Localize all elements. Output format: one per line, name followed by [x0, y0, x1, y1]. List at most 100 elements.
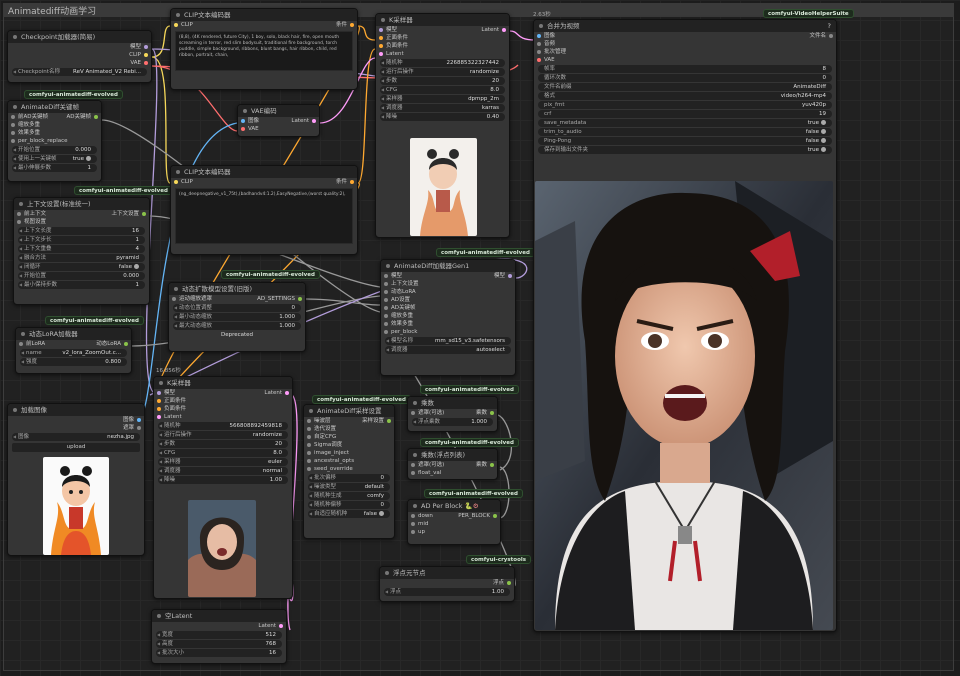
node-title[interactable]: 乘数 — [408, 397, 497, 409]
input-latent[interactable]: Latent — [154, 413, 292, 421]
context-widget-4[interactable]: 闭循环 false — [18, 263, 145, 271]
ksampler2-widget-0[interactable]: 随机种 566808892459818 — [158, 422, 288, 430]
negative-prompt-textarea[interactable]: (ng_deepnegative_v1_75t),(badhandv4:1.2)… — [175, 188, 353, 244]
sampling-widget-1[interactable]: 噪波类型 default — [308, 483, 390, 491]
output-multival[interactable]: 乘数 — [476, 461, 497, 469]
sampling-widget-0[interactable]: 批次偏移 0 — [308, 474, 390, 482]
output-slot[interactable]: 模型 — [494, 272, 515, 280]
context-widget-6[interactable]: 最小保持步数 1 — [18, 281, 145, 289]
input-vae[interactable]: VAE — [238, 125, 319, 133]
ksampler1-widget-1[interactable]: 运行后操作 randomize — [380, 68, 505, 76]
node-title[interactable]: AD Per Block 🐍⚙ — [408, 500, 500, 512]
input-model[interactable]: 模型 — [154, 389, 175, 397]
output-filenames[interactable]: 文件名 — [809, 32, 836, 40]
output-latent[interactable]: Latent — [481, 26, 509, 34]
input-mid[interactable]: mid — [408, 520, 500, 528]
ksampler1-widget-6[interactable]: 降噪 0.40 — [380, 113, 505, 121]
input-slot[interactable]: 效果多重 — [381, 320, 515, 328]
animatediff-keyframe-node[interactable]: AnimateDiff关键帧 前AD关键帧 AD关键帧 缩放多重 效果多重 per… — [7, 100, 102, 182]
ksampler2-widget-6[interactable]: 降噪 1.00 — [158, 476, 288, 484]
node-title[interactable]: Checkpoint加载器(简易) — [8, 31, 151, 43]
motion-settings-node[interactable]: 动态扩散模型设置(旧版) 运动缩放遮罩 AD_SETTINGS 动态位置调整 0 最小… — [168, 282, 306, 352]
node-title[interactable]: 空Latent — [152, 610, 286, 622]
context-options-node[interactable]: 上下文设置(标准统一) 前上下文 上下文设置 视图设置 上下文长度 16 上下文步长 1… — [13, 197, 150, 305]
input-slot[interactable]: 上下文设置 — [381, 280, 515, 288]
input-positive[interactable]: 正面条件 — [154, 397, 292, 405]
output-slot[interactable]: 采样设置 — [362, 417, 394, 425]
node-title[interactable]: K采样器 — [376, 14, 509, 26]
motion-widget-1[interactable]: 最小动态缩放 1.000 — [173, 313, 301, 321]
ksampler2-widget-3[interactable]: CFG 8.0 — [158, 449, 288, 457]
motion-widget-2[interactable]: 最大动态缩放 1.000 — [173, 322, 301, 330]
input-down[interactable]: down — [408, 512, 433, 520]
ksampler2-widget-2[interactable]: 步数 20 — [158, 440, 288, 448]
positive-prompt-textarea[interactable]: (8,8), (4K rendered, future City), 1 boy… — [175, 31, 353, 71]
multival-node[interactable]: 乘数 遮罩(可选)乘数 浮点乘数1.000 — [407, 396, 498, 432]
input-slot[interactable]: image_inject — [304, 449, 394, 457]
ksampler2-widget-5[interactable]: 调度器 normal — [158, 467, 288, 475]
input-slot[interactable]: 迭代设置 — [304, 425, 394, 433]
adloader-widget-0[interactable]: 模型名称 mm_sd15_v3.safetensors — [385, 337, 511, 345]
input-view-options[interactable]: 视图设置 — [14, 218, 149, 226]
lora-name-select[interactable]: namev2_lora_ZoomOut.c... — [20, 349, 127, 357]
output-per-block[interactable]: PER_BLOCK — [458, 512, 500, 520]
output-vae[interactable]: VAE — [8, 59, 151, 67]
node-title[interactable]: 动态LoRA加载器 — [16, 328, 131, 340]
node-title[interactable]: 加载图像 — [8, 404, 144, 416]
animatediff-sampling-settings-node[interactable]: AnimateDiff采样设置 噪波层 采样设置 迭代设置 自定CFG Sigma调度 i… — [303, 404, 395, 539]
vhs-widget-0[interactable]: 帧率 8 — [538, 65, 832, 73]
vhs-widget-6[interactable]: save_metadata true — [538, 119, 832, 127]
node-title[interactable]: 动态扩散模型设置(旧版) — [169, 283, 305, 295]
image-select[interactable]: 图像nezha.jpg — [12, 433, 140, 441]
ksampler1-widget-2[interactable]: 步数 20 — [380, 77, 505, 85]
latent-widget-0[interactable]: 宽度 512 — [156, 631, 282, 639]
adloader-widget-1[interactable]: 调度器 autoselect — [385, 346, 511, 354]
input-slot[interactable]: ancestral_opts — [304, 457, 394, 465]
animatediff-loader-node[interactable]: AnimateDiff加载器Gen1 模型 模型 上下文设置 动态LoRA AD设置 AD… — [380, 259, 516, 376]
input-effect-multival[interactable]: 效果多重 — [8, 129, 101, 137]
input-model[interactable]: 模型 — [376, 26, 397, 34]
float-value-input[interactable]: 浮点1.00 — [384, 588, 510, 596]
vhs-widget-1[interactable]: 循环次数 0 — [538, 74, 832, 82]
input-images[interactable]: 图像 — [534, 32, 555, 40]
vhs-widget-4[interactable]: pix_fmt yuv420p — [538, 101, 832, 109]
upload-button[interactable]: upload — [12, 443, 140, 452]
checkpoint-loader-node[interactable]: Checkpoint加载器(简易) 模型 CLIP VAE Checkpoint… — [7, 30, 152, 83]
output-lora[interactable]: 动态LoRA — [96, 340, 131, 348]
output-keyframe[interactable]: AD关键帧 — [67, 113, 102, 121]
input-slot[interactable]: 缩放多重 — [381, 312, 515, 320]
node-title[interactable]: AnimateDiff加载器Gen1 — [381, 260, 515, 272]
keyframe-widget-2[interactable]: 最小伸展步数 1 — [12, 164, 97, 172]
input-slot[interactable]: seed_override — [304, 465, 394, 473]
input-scale-multival[interactable]: 缩放多重 — [8, 121, 101, 129]
output-context[interactable]: 上下文设置 — [111, 210, 149, 218]
input-prev-context[interactable]: 前上下文 — [14, 210, 46, 218]
output-latent[interactable]: Latent — [152, 622, 286, 630]
input-vae[interactable]: VAE — [534, 56, 836, 64]
node-title[interactable]: AnimateDiff关键帧 — [8, 101, 101, 113]
empty-latent-node[interactable]: 空Latent Latent 宽度 512 高度 768 批次大小 16 — [151, 609, 287, 664]
input-slot[interactable]: 模型 — [381, 272, 402, 280]
vhs-widget-7[interactable]: trim_to_audio false — [538, 128, 832, 136]
input-slot[interactable]: Sigma调度 — [304, 441, 394, 449]
input-mask[interactable]: 遮罩(可选) — [408, 461, 444, 469]
input-image[interactable]: 图像 — [238, 117, 259, 125]
context-widget-0[interactable]: 上下文长度 16 — [18, 227, 145, 235]
ksampler2-widget-1[interactable]: 运行后操作 randomize — [158, 431, 288, 439]
latent-widget-2[interactable]: 批次大小 16 — [156, 649, 282, 657]
lora-strength-input[interactable]: 强度0.800 — [20, 358, 127, 366]
output-conditioning[interactable]: 条件 — [336, 21, 357, 29]
output-image[interactable]: 图像 — [8, 416, 144, 424]
motion-widget-0[interactable]: 动态位置调整 0 — [173, 304, 301, 312]
input-slot[interactable]: 噪波层 — [304, 417, 331, 425]
node-title[interactable]: AnimateDiff采样设置 — [304, 405, 394, 417]
ksampler1-widget-0[interactable]: 随机种 226885322327442 — [380, 59, 505, 67]
node-title[interactable]: 乘数(浮点列表) — [408, 449, 497, 461]
clip-text-encode-positive-node[interactable]: CLIP文本编码器 CLIP 条件 (8,8), (4K rendered, fu… — [170, 8, 358, 90]
output-mask[interactable]: 遮罩 — [8, 424, 144, 432]
input-prev-keyframe[interactable]: 前AD关键帧 — [8, 113, 48, 121]
float-primitive-node[interactable]: 浮点元节点 浮点 浮点1.00 — [379, 566, 515, 602]
output-latent[interactable]: Latent — [264, 389, 292, 397]
keyframe-widget-0[interactable]: 开始位置 0.000 — [12, 146, 97, 154]
ksampler1-widget-5[interactable]: 调度器 karras — [380, 104, 505, 112]
